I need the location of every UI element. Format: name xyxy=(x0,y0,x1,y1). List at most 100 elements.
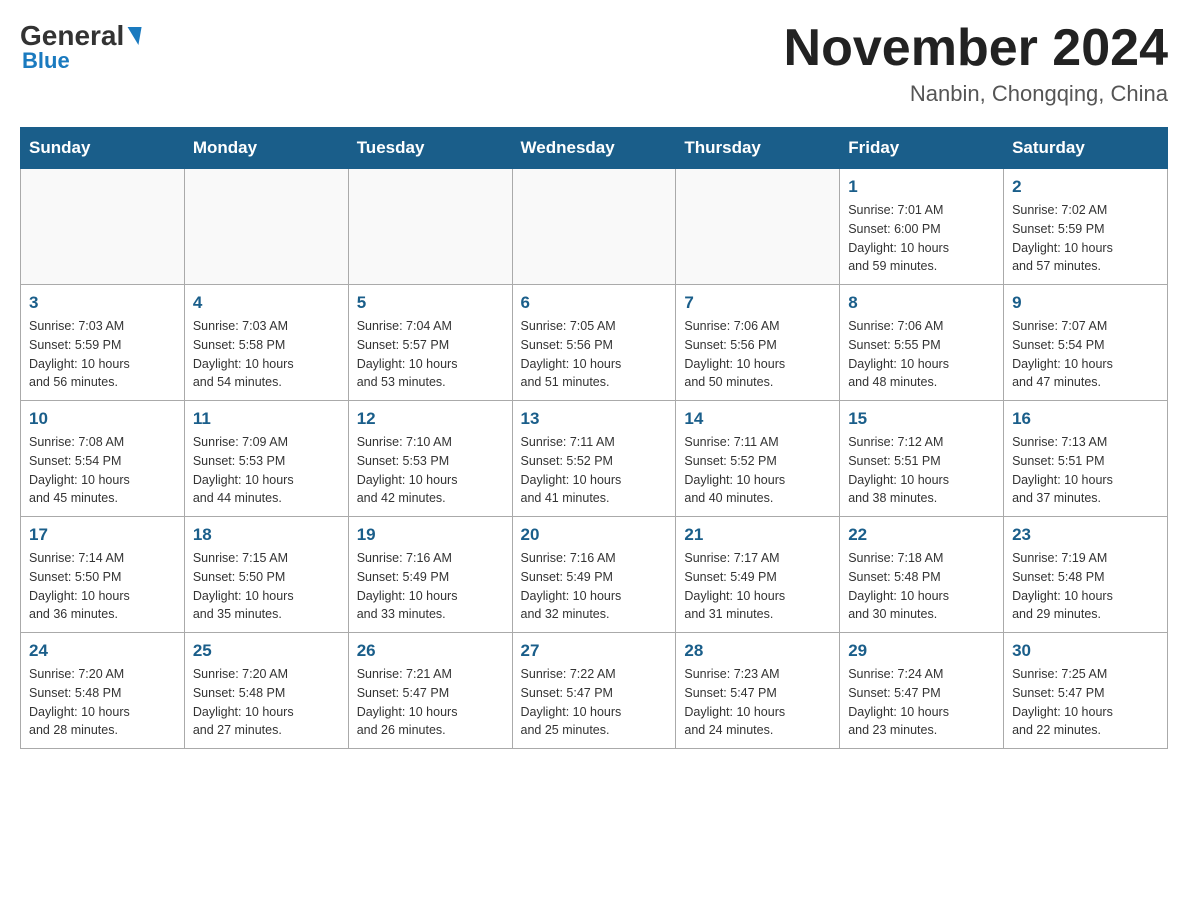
week-row-3: 10 Sunrise: 7:08 AM Sunset: 5:54 PM Dayli… xyxy=(21,401,1168,517)
calendar-cell xyxy=(348,169,512,285)
calendar-cell: 12 Sunrise: 7:10 AM Sunset: 5:53 PM Dayli… xyxy=(348,401,512,517)
weekday-header-tuesday: Tuesday xyxy=(348,128,512,169)
calendar-cell: 9 Sunrise: 7:07 AM Sunset: 5:54 PM Daylig… xyxy=(1004,285,1168,401)
calendar-cell: 27Sunrise: 7:22 AM Sunset: 5:47 PM Dayli… xyxy=(512,633,676,749)
day-number: 3 xyxy=(29,293,176,313)
day-number: 13 xyxy=(521,409,668,429)
calendar-cell: 3 Sunrise: 7:03 AM Sunset: 5:59 PM Daylig… xyxy=(21,285,185,401)
calendar-cell: 25 Sunrise: 7:20 AM Sunset: 5:48 PM Dayli… xyxy=(184,633,348,749)
day-number: 17 xyxy=(29,525,176,545)
day-number: 16 xyxy=(1012,409,1159,429)
day-number: 14 xyxy=(684,409,831,429)
calendar-cell: 30 Sunrise: 7:25 AM Sunset: 5:47 PM Dayli… xyxy=(1004,633,1168,749)
calendar-cell: 22 Sunrise: 7:18 AM Sunset: 5:48 PM Dayli… xyxy=(840,517,1004,633)
calendar-cell: 21 Sunrise: 7:17 AM Sunset: 5:49 PM Dayli… xyxy=(676,517,840,633)
calendar-cell: 4Sunrise: 7:03 AM Sunset: 5:58 PM Daylig… xyxy=(184,285,348,401)
day-info: Sunrise: 7:12 AM Sunset: 5:51 PM Dayligh… xyxy=(848,433,995,508)
calendar-cell: 17Sunrise: 7:14 AM Sunset: 5:50 PM Dayli… xyxy=(21,517,185,633)
title-block: November 2024 Nanbin, Chongqing, China xyxy=(784,20,1168,107)
logo-blue-text: Blue xyxy=(22,48,70,74)
weekday-header-monday: Monday xyxy=(184,128,348,169)
day-number: 21 xyxy=(684,525,831,545)
day-info: Sunrise: 7:05 AM Sunset: 5:56 PM Dayligh… xyxy=(521,317,668,392)
day-info: Sunrise: 7:01 AM Sunset: 6:00 PM Dayligh… xyxy=(848,201,995,276)
calendar-cell xyxy=(676,169,840,285)
day-number: 24 xyxy=(29,641,176,661)
day-number: 27 xyxy=(521,641,668,661)
day-info: Sunrise: 7:06 AM Sunset: 5:56 PM Dayligh… xyxy=(684,317,831,392)
calendar-cell: 28Sunrise: 7:23 AM Sunset: 5:47 PM Dayli… xyxy=(676,633,840,749)
day-info: Sunrise: 7:19 AM Sunset: 5:48 PM Dayligh… xyxy=(1012,549,1159,624)
day-number: 10 xyxy=(29,409,176,429)
week-row-2: 3 Sunrise: 7:03 AM Sunset: 5:59 PM Daylig… xyxy=(21,285,1168,401)
calendar-cell: 1 Sunrise: 7:01 AM Sunset: 6:00 PM Daylig… xyxy=(840,169,1004,285)
calendar-cell: 8Sunrise: 7:06 AM Sunset: 5:55 PM Daylig… xyxy=(840,285,1004,401)
day-info: Sunrise: 7:11 AM Sunset: 5:52 PM Dayligh… xyxy=(521,433,668,508)
calendar-cell: 23Sunrise: 7:19 AM Sunset: 5:48 PM Dayli… xyxy=(1004,517,1168,633)
day-number: 12 xyxy=(357,409,504,429)
calendar-cell: 2 Sunrise: 7:02 AM Sunset: 5:59 PM Daylig… xyxy=(1004,169,1168,285)
calendar-cell xyxy=(184,169,348,285)
day-number: 2 xyxy=(1012,177,1159,197)
calendar-table: SundayMondayTuesdayWednesdayThursdayFrid… xyxy=(20,127,1168,749)
calendar-cell: 20 Sunrise: 7:16 AM Sunset: 5:49 PM Dayli… xyxy=(512,517,676,633)
calendar-cell: 14 Sunrise: 7:11 AM Sunset: 5:52 PM Dayli… xyxy=(676,401,840,517)
calendar-cell xyxy=(512,169,676,285)
day-info: Sunrise: 7:15 AM Sunset: 5:50 PM Dayligh… xyxy=(193,549,340,624)
day-number: 6 xyxy=(521,293,668,313)
calendar-cell: 5 Sunrise: 7:04 AM Sunset: 5:57 PM Daylig… xyxy=(348,285,512,401)
weekday-header-friday: Friday xyxy=(840,128,1004,169)
day-info: Sunrise: 7:07 AM Sunset: 5:54 PM Dayligh… xyxy=(1012,317,1159,392)
day-info: Sunrise: 7:18 AM Sunset: 5:48 PM Dayligh… xyxy=(848,549,995,624)
day-number: 19 xyxy=(357,525,504,545)
day-info: Sunrise: 7:20 AM Sunset: 5:48 PM Dayligh… xyxy=(193,665,340,740)
calendar-cell: 19 Sunrise: 7:16 AM Sunset: 5:49 PM Dayli… xyxy=(348,517,512,633)
day-info: Sunrise: 7:03 AM Sunset: 5:58 PM Dayligh… xyxy=(193,317,340,392)
day-info: Sunrise: 7:16 AM Sunset: 5:49 PM Dayligh… xyxy=(357,549,504,624)
calendar-cell: 15 Sunrise: 7:12 AM Sunset: 5:51 PM Dayli… xyxy=(840,401,1004,517)
week-row-1: 1 Sunrise: 7:01 AM Sunset: 6:00 PM Daylig… xyxy=(21,169,1168,285)
day-number: 30 xyxy=(1012,641,1159,661)
day-info: Sunrise: 7:11 AM Sunset: 5:52 PM Dayligh… xyxy=(684,433,831,508)
month-title: November 2024 xyxy=(784,20,1168,77)
weekday-header-thursday: Thursday xyxy=(676,128,840,169)
day-number: 7 xyxy=(684,293,831,313)
day-number: 15 xyxy=(848,409,995,429)
day-info: Sunrise: 7:04 AM Sunset: 5:57 PM Dayligh… xyxy=(357,317,504,392)
day-number: 1 xyxy=(848,177,995,197)
calendar-cell: 13 Sunrise: 7:11 AM Sunset: 5:52 PM Dayli… xyxy=(512,401,676,517)
day-info: Sunrise: 7:21 AM Sunset: 5:47 PM Dayligh… xyxy=(357,665,504,740)
day-number: 11 xyxy=(193,409,340,429)
weekday-header-row: SundayMondayTuesdayWednesdayThursdayFrid… xyxy=(21,128,1168,169)
day-info: Sunrise: 7:06 AM Sunset: 5:55 PM Dayligh… xyxy=(848,317,995,392)
day-number: 18 xyxy=(193,525,340,545)
day-info: Sunrise: 7:20 AM Sunset: 5:48 PM Dayligh… xyxy=(29,665,176,740)
day-number: 25 xyxy=(193,641,340,661)
day-number: 22 xyxy=(848,525,995,545)
day-number: 28 xyxy=(684,641,831,661)
week-row-4: 17Sunrise: 7:14 AM Sunset: 5:50 PM Dayli… xyxy=(21,517,1168,633)
weekday-header-wednesday: Wednesday xyxy=(512,128,676,169)
weekday-header-sunday: Sunday xyxy=(21,128,185,169)
calendar-cell: 10 Sunrise: 7:08 AM Sunset: 5:54 PM Dayli… xyxy=(21,401,185,517)
day-info: Sunrise: 7:09 AM Sunset: 5:53 PM Dayligh… xyxy=(193,433,340,508)
day-info: Sunrise: 7:25 AM Sunset: 5:47 PM Dayligh… xyxy=(1012,665,1159,740)
day-info: Sunrise: 7:02 AM Sunset: 5:59 PM Dayligh… xyxy=(1012,201,1159,276)
weekday-header-saturday: Saturday xyxy=(1004,128,1168,169)
day-info: Sunrise: 7:16 AM Sunset: 5:49 PM Dayligh… xyxy=(521,549,668,624)
calendar-cell: 18 Sunrise: 7:15 AM Sunset: 5:50 PM Dayli… xyxy=(184,517,348,633)
day-info: Sunrise: 7:10 AM Sunset: 5:53 PM Dayligh… xyxy=(357,433,504,508)
day-number: 29 xyxy=(848,641,995,661)
page-header: General Blue November 2024 Nanbin, Chong… xyxy=(20,20,1168,107)
calendar-cell: 7 Sunrise: 7:06 AM Sunset: 5:56 PM Daylig… xyxy=(676,285,840,401)
calendar-cell: 11 Sunrise: 7:09 AM Sunset: 5:53 PM Dayli… xyxy=(184,401,348,517)
day-number: 5 xyxy=(357,293,504,313)
day-info: Sunrise: 7:17 AM Sunset: 5:49 PM Dayligh… xyxy=(684,549,831,624)
day-info: Sunrise: 7:03 AM Sunset: 5:59 PM Dayligh… xyxy=(29,317,176,392)
week-row-5: 24 Sunrise: 7:20 AM Sunset: 5:48 PM Dayli… xyxy=(21,633,1168,749)
day-number: 20 xyxy=(521,525,668,545)
day-info: Sunrise: 7:08 AM Sunset: 5:54 PM Dayligh… xyxy=(29,433,176,508)
calendar-cell: 24 Sunrise: 7:20 AM Sunset: 5:48 PM Dayli… xyxy=(21,633,185,749)
day-number: 9 xyxy=(1012,293,1159,313)
calendar-cell xyxy=(21,169,185,285)
